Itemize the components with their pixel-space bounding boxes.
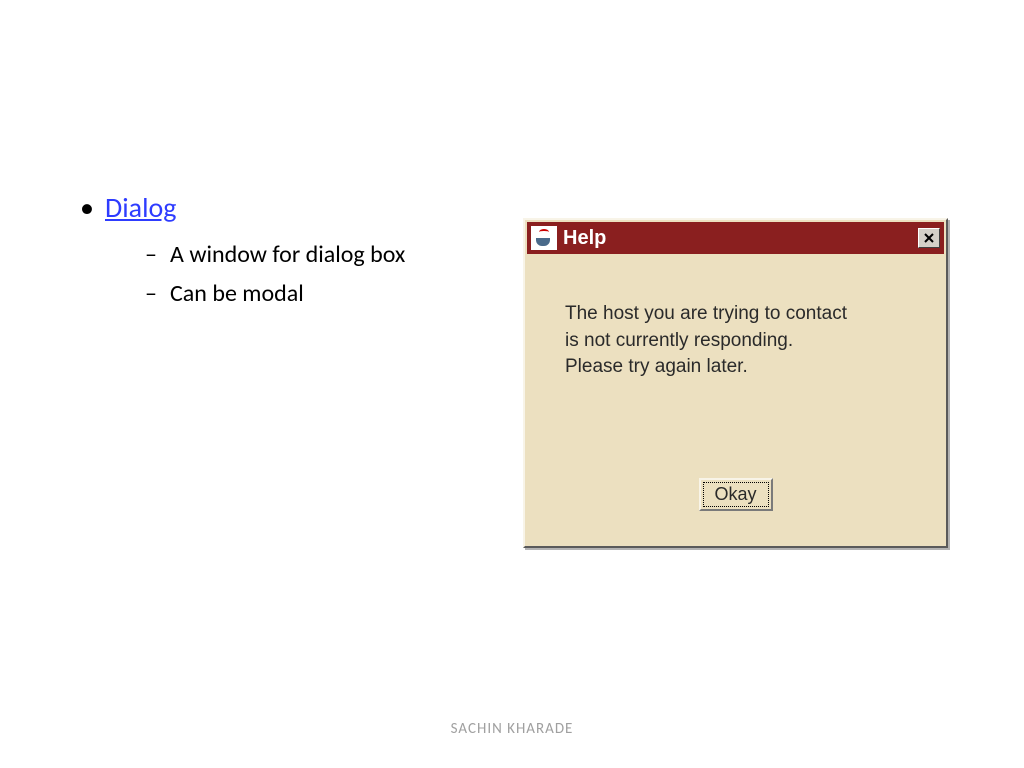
- footer-author: SACHIN KHARADE: [451, 720, 574, 738]
- close-icon: [923, 232, 935, 244]
- message-line-1: The host you are trying to contact: [565, 301, 916, 328]
- close-button[interactable]: [918, 228, 940, 248]
- dialog-message: The host you are trying to contact is no…: [565, 301, 916, 381]
- okay-button[interactable]: Okay: [698, 478, 772, 511]
- java-icon: [531, 226, 557, 250]
- help-dialog-window: Help The host you are trying to contact …: [523, 218, 948, 548]
- dialog-body: The host you are trying to contact is no…: [525, 256, 946, 381]
- dialog-link[interactable]: Dialog: [105, 190, 176, 225]
- dialog-title: Help: [563, 227, 918, 250]
- dialog-title-bar: Help: [527, 222, 944, 254]
- message-line-3: Please try again later.: [565, 354, 916, 381]
- message-line-2: is not currently responding.: [565, 328, 916, 355]
